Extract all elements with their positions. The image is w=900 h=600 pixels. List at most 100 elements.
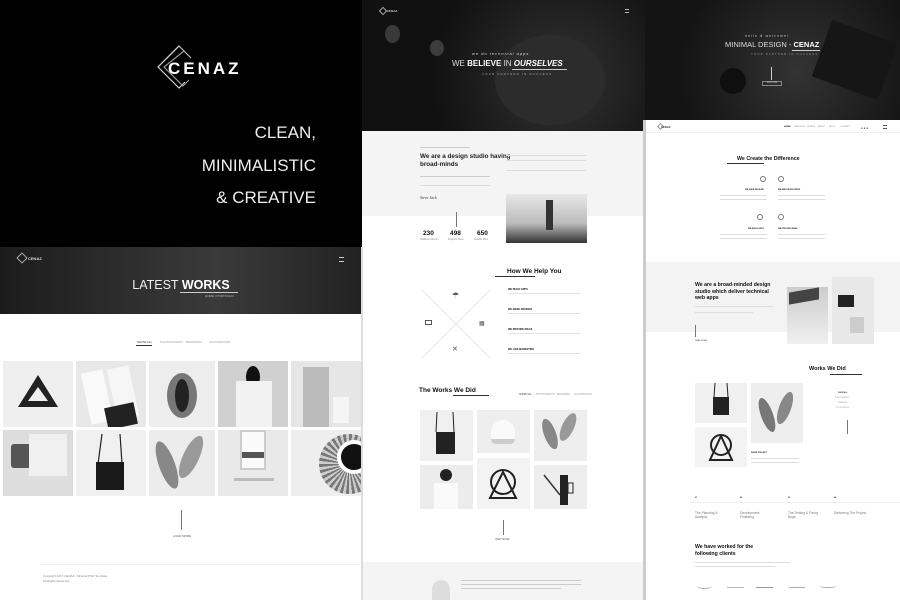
stat-value: 230: [423, 230, 434, 237]
service-title: WE MAKE DESIGNS: [508, 308, 533, 311]
work-item[interactable]: [534, 465, 587, 509]
umbrella-icon: ☂: [452, 291, 460, 300]
process-step: The Testing & Fixing Bugs: [788, 511, 818, 519]
hero-title: MINIMAL DESIGN - CENAZ: [725, 40, 820, 49]
filter-branding[interactable]: BRANDING: [186, 340, 202, 344]
nav-item-about[interactable]: ABOUT: [818, 126, 826, 128]
stat-label: Satisfied Clients: [420, 238, 438, 241]
monitor-icon: [425, 320, 432, 325]
view-more-line: [503, 520, 504, 535]
triangle-circle-logo-icon: [488, 469, 518, 499]
nav-brand[interactable]: CENAZ: [661, 125, 671, 129]
active-filter-underline: [136, 345, 152, 346]
client-logo: [756, 584, 773, 588]
portfolio-item[interactable]: [3, 430, 73, 496]
breadcrumb: HOME / PORTFOLIO: [205, 294, 234, 298]
filter-illustration[interactable]: ILLUSTRATION: [209, 340, 230, 344]
filter-show-all[interactable]: SHOW ALL: [838, 392, 848, 394]
filter-illustration[interactable]: ILLUSTRATION: [836, 407, 849, 409]
work-item[interactable]: [477, 410, 530, 453]
stat-label: Projects Done: [448, 238, 464, 241]
balloon-image: [430, 40, 444, 56]
filter-photography[interactable]: PHOTOGRAPHY: [536, 393, 555, 396]
nav-item-contact[interactable]: CONTACT: [840, 126, 850, 128]
gear-icon: [778, 176, 784, 182]
clients-text: [695, 562, 790, 563]
menu-icon[interactable]: [625, 9, 629, 13]
signature: Steve Jack: [420, 195, 437, 200]
portfolio-item[interactable]: [291, 430, 361, 496]
camera-photo: [832, 277, 874, 344]
work-item[interactable]: [695, 383, 747, 423]
testimonial-avatar: [432, 580, 450, 600]
portfolio-item[interactable]: [218, 430, 288, 496]
filter-photography[interactable]: PHOTOGRAPHY: [160, 340, 183, 344]
portfolio-item[interactable]: [291, 361, 361, 427]
read-more-link[interactable]: READ MORE: [695, 340, 707, 342]
work-item[interactable]: [420, 465, 473, 509]
service-title: WE BUILD APPS: [508, 288, 528, 291]
filter-illustration[interactable]: ILLUSTRATION: [574, 393, 592, 396]
menu-icon[interactable]: [883, 125, 887, 129]
work-item[interactable]: [751, 383, 803, 443]
filter-branding[interactable]: BRANDING: [838, 402, 848, 404]
clients-text: [695, 566, 775, 567]
filter-show-all[interactable]: SHOW ALL: [519, 393, 532, 396]
header-brand[interactable]: CENAZ: [387, 9, 397, 13]
work-item-title: WORK PROJECT: [751, 452, 768, 454]
balloon-image: [385, 25, 400, 43]
clients-title: We have worked for the following clients: [695, 544, 754, 557]
stat-value: 650: [477, 230, 488, 237]
menu-icon[interactable]: [339, 257, 344, 262]
section-kicker: [420, 147, 470, 148]
hero-underline: [512, 69, 567, 70]
filter-show-all[interactable]: SHOW ALL: [137, 340, 152, 344]
view-more-link[interactable]: VIEW MORE: [495, 538, 510, 541]
title-underline: [180, 292, 238, 293]
brand-name: CENAZ: [168, 59, 242, 78]
about-paragraph: [506, 160, 586, 161]
works-title: The Works We Did: [419, 387, 476, 394]
portfolio-item[interactable]: [218, 361, 288, 427]
header-brand[interactable]: CENAZ: [28, 256, 42, 261]
process-step: Delivering The Project: [834, 511, 867, 515]
portfolio-item[interactable]: [76, 361, 146, 427]
work-item[interactable]: [534, 410, 587, 461]
social-icons[interactable]: ● ● ●: [861, 126, 868, 130]
title-underline: [453, 395, 489, 396]
title-underline: [830, 374, 862, 375]
load-more-link[interactable]: LOAD MORE: [173, 534, 191, 538]
works-title: Works We Did: [809, 366, 846, 372]
panel-shadow: [643, 120, 646, 600]
portfolio-item[interactable]: [149, 430, 215, 496]
work-item[interactable]: [477, 458, 530, 509]
portfolio-item[interactable]: [76, 430, 146, 496]
portfolio-item[interactable]: [149, 361, 215, 427]
client-logo: [727, 583, 744, 588]
triangle-circle-logo-icon: [708, 433, 734, 461]
tagline-line-3: & CREATIVE: [216, 188, 316, 207]
panel-3-body: [645, 120, 900, 600]
process-step: Development Finalizing: [740, 511, 760, 519]
tagline-line-2: MINIMALISTIC: [201, 156, 316, 175]
divider-line: [456, 212, 457, 227]
feature-title: WE PROVIDE IDEAS: [778, 228, 798, 230]
process-number: 02: [740, 497, 743, 499]
nav-item-services[interactable]: SERVICES: [794, 126, 805, 128]
broad-title: We are a broad-minded design studio whic…: [695, 282, 771, 301]
process-step: The Planning & Analysis: [695, 511, 718, 519]
work-item[interactable]: [695, 427, 747, 467]
filter-branding[interactable]: BRANDING: [557, 393, 570, 396]
feature-title: WE HAVE DESIGNS: [745, 189, 764, 191]
balloon-image: [495, 35, 605, 125]
client-logo: [697, 583, 712, 589]
filter-photography[interactable]: PHOTOGRAPHY: [835, 397, 849, 399]
nav-item-home[interactable]: HOME: [784, 126, 791, 128]
tools-icon: ✕: [452, 346, 458, 353]
work-item[interactable]: [420, 410, 473, 461]
triangle-logo-icon: [18, 375, 58, 407]
portfolio-item[interactable]: [3, 361, 73, 427]
nav-item-works[interactable]: WORKS: [807, 126, 815, 128]
explore-button[interactable]: EXPLORE: [762, 81, 782, 86]
nav-item-blog[interactable]: BLOG: [829, 126, 835, 128]
